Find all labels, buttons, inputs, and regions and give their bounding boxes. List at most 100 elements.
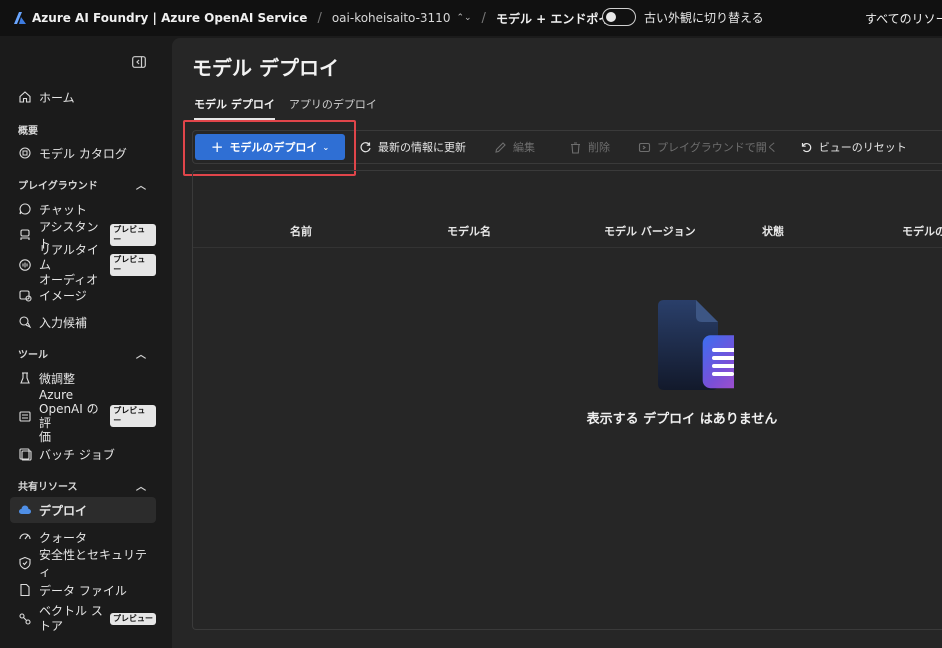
sidebar-item-evaluation[interactable]: Azure OpenAI の評価 プレビュー xyxy=(10,388,156,444)
sidebar-item-realtime-audio[interactable]: リアルタイム オーディオ プレビュー xyxy=(10,243,156,287)
sidebar-item-label: Azure OpenAI の評価 xyxy=(39,388,110,444)
sidebar-item-data-files[interactable]: データ ファイル xyxy=(10,577,156,603)
edit-button[interactable]: 編集 xyxy=(494,139,535,155)
section-shared-resources[interactable]: 共有リソース ︿ xyxy=(18,478,146,493)
shield-icon xyxy=(18,556,32,570)
preview-badge: プレビュー xyxy=(110,405,156,427)
sidebar-item-label: データ ファイル xyxy=(39,583,127,598)
sidebar-item-label: ベクトル ストア xyxy=(39,604,103,634)
column-header-model-extra[interactable]: モデルの xyxy=(902,223,942,239)
sidebar-item-label: バッチ ジョブ xyxy=(39,447,115,462)
refresh-label: 最新の情報に更新 xyxy=(378,141,466,154)
chat-icon xyxy=(18,202,32,216)
assistant-icon xyxy=(18,228,32,242)
section-tools[interactable]: ツール ︿ xyxy=(18,346,146,361)
delete-label: 削除 xyxy=(588,141,610,154)
chevron-up-icon: ︿ xyxy=(136,482,146,493)
undo-icon xyxy=(800,141,813,154)
sidebar: ホーム 概要 モデル カタログ プレイグラウンド ︿ チャット アシスタント プ… xyxy=(0,36,166,648)
completion-icon xyxy=(18,315,32,329)
vector-store-icon xyxy=(18,612,32,626)
sidebar-item-label: 安全性とセキュリティ xyxy=(39,548,148,579)
column-header-name[interactable]: 名前 xyxy=(290,223,312,239)
section-label: 概要 xyxy=(18,126,38,137)
column-header-state[interactable]: 状態 xyxy=(762,223,784,239)
sidebar-item-home[interactable]: ホーム xyxy=(10,84,156,110)
section-overview: 概要 xyxy=(18,122,146,137)
breadcrumb-separator: / xyxy=(481,10,486,26)
section-label: プレイグラウンド xyxy=(18,181,98,192)
toggle-switch[interactable] xyxy=(602,8,636,26)
label-line-1: ベクトル ス xyxy=(39,604,103,618)
refresh-button[interactable]: 最新の情報に更新 xyxy=(359,139,466,155)
pencil-icon xyxy=(494,141,507,154)
sidebar-item-completion[interactable]: 入力候補 xyxy=(10,309,156,335)
brand[interactable]: Azure AI Foundry | Azure OpenAI Service xyxy=(14,11,307,25)
sidebar-item-batch-jobs[interactable]: バッチ ジョブ xyxy=(10,441,156,467)
chevron-up-icon: ︿ xyxy=(136,181,146,192)
sidebar-item-safety[interactable]: 安全性とセキュリティ xyxy=(10,548,156,579)
all-resources-link[interactable]: すべてのリソー xyxy=(865,10,942,27)
cloud-deploy-icon xyxy=(18,503,32,517)
sidebar-item-label: 微調整 xyxy=(39,371,76,386)
deploy-model-label: モデルのデプロイ xyxy=(229,141,318,154)
sidebar-item-label: ホーム xyxy=(39,90,75,105)
preview-badge: プレビュー xyxy=(110,254,156,276)
tab-app-deploy[interactable]: アプリのデプロイ xyxy=(289,96,377,120)
sidebar-item-deploy[interactable]: デプロイ xyxy=(10,497,156,523)
sidebar-item-label: リアルタイム オーディオ xyxy=(39,243,110,288)
label-line-2: OpenAI の評 xyxy=(39,402,99,430)
flask-icon xyxy=(18,371,32,385)
sidebar-item-label: デプロイ xyxy=(39,503,88,518)
open-in-playground-label: プレイグラウンドで開く xyxy=(657,141,778,154)
plus-icon: + xyxy=(210,138,224,156)
refresh-icon xyxy=(359,141,372,154)
sidebar-item-image[interactable]: イメージ xyxy=(10,282,156,308)
tab-model-deploy[interactable]: モデル デプロイ xyxy=(194,96,275,120)
playground-icon xyxy=(638,141,651,154)
chevron-down-icon: ⌄ xyxy=(322,142,330,152)
edit-label: 編集 xyxy=(513,141,535,154)
section-playground[interactable]: プレイグラウンド ︿ xyxy=(18,177,146,192)
sidebar-item-vector-store[interactable]: ベクトル ストア プレビュー xyxy=(10,602,156,636)
label-line-1: Azure xyxy=(39,388,74,402)
reset-view-button[interactable]: ビューのリセット xyxy=(800,139,907,155)
preview-badge: プレビュー xyxy=(110,613,156,625)
sidebar-item-model-catalog[interactable]: モデル カタログ xyxy=(10,140,156,166)
sidebar-item-label: イメージ xyxy=(39,288,87,303)
preview-badge: プレビュー xyxy=(110,224,156,246)
home-icon xyxy=(18,90,32,104)
azure-foundry-logo-icon xyxy=(14,12,26,24)
quota-icon xyxy=(18,530,32,544)
resource-name: oai-koheisaito-3110 xyxy=(331,11,451,25)
chevron-updown-icon: ⌃⌄ xyxy=(456,13,472,23)
delete-button[interactable]: 削除 xyxy=(569,139,610,155)
old-look-toggle[interactable]: 古い外観に切り替える xyxy=(602,8,764,26)
catalog-icon xyxy=(18,146,32,160)
main-panel: モデル デプロイ モデル デプロイ アプリのデプロイ + モデルのデプロイ ⌄ … xyxy=(172,38,942,648)
column-header-model-version[interactable]: モデル バージョン xyxy=(604,223,696,239)
column-header-model-name[interactable]: モデル名 xyxy=(447,223,491,239)
sidebar-item-label: チャット xyxy=(39,202,87,217)
toolbar: + モデルのデプロイ ⌄ 最新の情報に更新 編集 削除 プレイグラウンドで開く … xyxy=(192,130,942,164)
brand-title: Azure AI Foundry | Azure OpenAI Service xyxy=(32,11,308,25)
label-line-2: トア xyxy=(39,619,64,633)
empty-documents-icon xyxy=(658,300,734,390)
audio-icon xyxy=(18,258,32,272)
sidebar-item-label: クォータ xyxy=(39,530,88,545)
page-title: モデル デプロイ xyxy=(192,56,339,80)
deploy-model-button[interactable]: + モデルのデプロイ ⌄ xyxy=(195,134,345,160)
trash-icon xyxy=(569,141,582,154)
top-bar: Azure AI Foundry | Azure OpenAI Service … xyxy=(0,0,942,36)
toggle-label: 古い外観に切り替える xyxy=(644,10,764,25)
batch-icon xyxy=(18,447,32,461)
tab-bar: モデル デプロイ アプリのデプロイ xyxy=(194,96,391,120)
empty-state-message: 表示する デプロイ はありません xyxy=(586,412,778,427)
collapse-sidebar-icon[interactable] xyxy=(132,56,146,68)
resource-selector[interactable]: oai-koheisaito-3110 ⌃⌄ xyxy=(332,11,472,25)
sidebar-item-label: モデル カタログ xyxy=(39,146,127,161)
open-in-playground-button[interactable]: プレイグラウンドで開く xyxy=(638,139,778,155)
label-line-1: リアルタイム xyxy=(39,242,99,272)
deployments-table: 名前 モデル名 モデル バージョン 状態 モデルの xyxy=(192,170,942,630)
section-label: 共有リソース xyxy=(18,482,78,493)
